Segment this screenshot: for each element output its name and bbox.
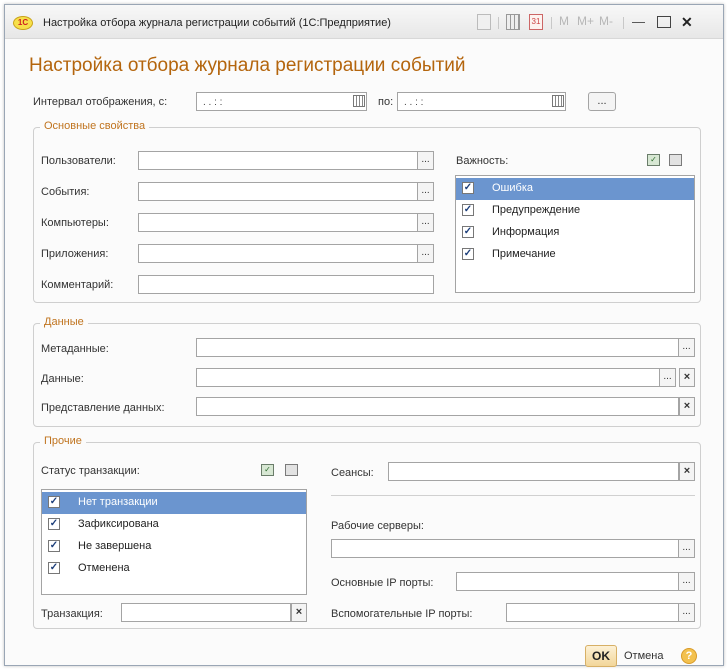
main-ports-label: Основные IP порты:	[331, 577, 434, 589]
severity-list[interactable]: ✓ Ошибка ✓ Предупреждение ✓ Информация ✓ При…	[455, 175, 695, 293]
data-select-button[interactable]: ...	[660, 368, 676, 387]
computers-select-button[interactable]: ...	[418, 213, 434, 232]
checkbox[interactable]: ✓	[48, 540, 60, 552]
checkbox[interactable]: ✓	[462, 204, 474, 216]
uncheck-all-icon[interactable]	[669, 154, 682, 166]
severity-item-information[interactable]: ✓ Информация	[456, 222, 694, 244]
ok-button[interactable]: OK	[585, 645, 617, 667]
data-clear-button[interactable]: ×	[679, 368, 695, 387]
check-all-icon[interactable]: ✓	[261, 464, 274, 476]
severity-item-error[interactable]: ✓ Ошибка	[456, 178, 694, 200]
divider	[331, 495, 695, 496]
page-title: Настройка отбора журнала регистрации соб…	[29, 55, 466, 76]
transaction-field[interactable]	[121, 603, 291, 622]
help-icon[interactable]: ?	[681, 648, 697, 664]
group-title: Основные свойства	[40, 120, 150, 132]
main-ports-field[interactable]	[456, 572, 679, 591]
interval-to-label: по:	[378, 96, 394, 108]
aux-ports-select-button[interactable]: ...	[679, 603, 695, 622]
tx-status-label: Статус транзакции:	[41, 465, 140, 477]
uncheck-all-icon[interactable]	[285, 464, 298, 476]
minimize-icon[interactable]: —	[632, 14, 645, 30]
metadata-field[interactable]	[196, 338, 679, 357]
interval-from-input[interactable]: . . : :	[196, 92, 367, 111]
dialog-window: 1С Настройка отбора журнала регистрации …	[4, 4, 724, 667]
calendar-picker-icon[interactable]	[552, 95, 564, 107]
data-field[interactable]	[196, 368, 660, 387]
sessions-clear-button[interactable]: ×	[679, 462, 695, 481]
group-title: Прочие	[40, 435, 86, 447]
servers-select-button[interactable]: ...	[679, 539, 695, 558]
users-field[interactable]	[138, 151, 418, 170]
checkbox[interactable]: ✓	[462, 182, 474, 194]
checkbox[interactable]: ✓	[48, 562, 60, 574]
apps-select-button[interactable]: ...	[418, 244, 434, 263]
cancel-button[interactable]: Отмена	[624, 650, 663, 662]
presentation-field[interactable]	[196, 397, 679, 416]
interval-to-input[interactable]: . . : :	[397, 92, 566, 111]
window-title: Настройка отбора журнала регистрации соб…	[43, 17, 391, 29]
group-title: Данные	[40, 316, 88, 328]
title-bar: 1С Настройка отбора журнала регистрации …	[5, 5, 723, 39]
computers-label: Компьютеры:	[41, 217, 109, 229]
users-select-button[interactable]: ...	[418, 151, 434, 170]
metadata-label: Метаданные:	[41, 343, 109, 355]
severity-item-note[interactable]: ✓ Примечание	[456, 244, 694, 266]
events-field[interactable]	[138, 182, 418, 201]
sessions-label: Сеансы:	[331, 467, 374, 479]
interval-more-button[interactable]: ...	[588, 92, 616, 111]
comment-label: Комментарий:	[41, 279, 114, 291]
checkbox[interactable]: ✓	[462, 226, 474, 238]
tx-status-item-none[interactable]: ✓ Нет транзакции	[42, 492, 306, 514]
events-label: События:	[41, 186, 90, 198]
data-label: Данные:	[41, 373, 84, 385]
maximize-icon[interactable]	[657, 16, 671, 28]
users-label: Пользователи:	[41, 155, 116, 167]
interval-label: Интервал отображения, с:	[33, 96, 168, 108]
tx-status-list[interactable]: ✓ Нет транзакции ✓ Зафиксирована ✓ Не завер…	[41, 489, 307, 595]
presentation-label: Представление данных:	[41, 402, 165, 414]
apps-field[interactable]	[138, 244, 418, 263]
servers-field[interactable]	[331, 539, 679, 558]
checkbox[interactable]: ✓	[48, 496, 60, 508]
memory-m-button[interactable]: M	[559, 14, 569, 30]
presentation-clear-button[interactable]: ×	[679, 397, 695, 416]
memory-minus-button[interactable]: M-	[599, 14, 613, 30]
doc-icon[interactable]	[477, 14, 491, 30]
computers-field[interactable]	[138, 213, 418, 232]
checkbox[interactable]: ✓	[462, 248, 474, 260]
close-icon[interactable]: ✕	[681, 14, 693, 30]
memory-plus-button[interactable]: M+	[577, 14, 594, 30]
main-ports-select-button[interactable]: ...	[679, 572, 695, 591]
severity-label: Важность:	[456, 155, 509, 167]
events-select-button[interactable]: ...	[418, 182, 434, 201]
transaction-label: Транзакция:	[41, 608, 103, 620]
calculator-icon[interactable]	[506, 14, 520, 30]
tx-status-item-committed[interactable]: ✓ Зафиксирована	[42, 514, 306, 536]
comment-field[interactable]	[138, 275, 434, 294]
calendar-picker-icon[interactable]	[353, 95, 365, 107]
sessions-field[interactable]	[388, 462, 679, 481]
metadata-select-button[interactable]: ...	[679, 338, 695, 357]
aux-ports-label: Вспомогательные IP порты:	[331, 608, 473, 620]
servers-label: Рабочие серверы:	[331, 520, 424, 532]
apps-label: Приложения:	[41, 248, 109, 260]
severity-item-warning[interactable]: ✓ Предупреждение	[456, 200, 694, 222]
transaction-clear-button[interactable]: ×	[291, 603, 307, 622]
tx-status-item-not-completed[interactable]: ✓ Не завершена	[42, 536, 306, 558]
check-all-icon[interactable]: ✓	[647, 154, 660, 166]
calendar-icon[interactable]: 31	[529, 14, 543, 30]
aux-ports-field[interactable]	[506, 603, 679, 622]
tx-status-item-cancelled[interactable]: ✓ Отменена	[42, 558, 306, 580]
app-logo-icon: 1С	[13, 16, 33, 30]
checkbox[interactable]: ✓	[48, 518, 60, 530]
